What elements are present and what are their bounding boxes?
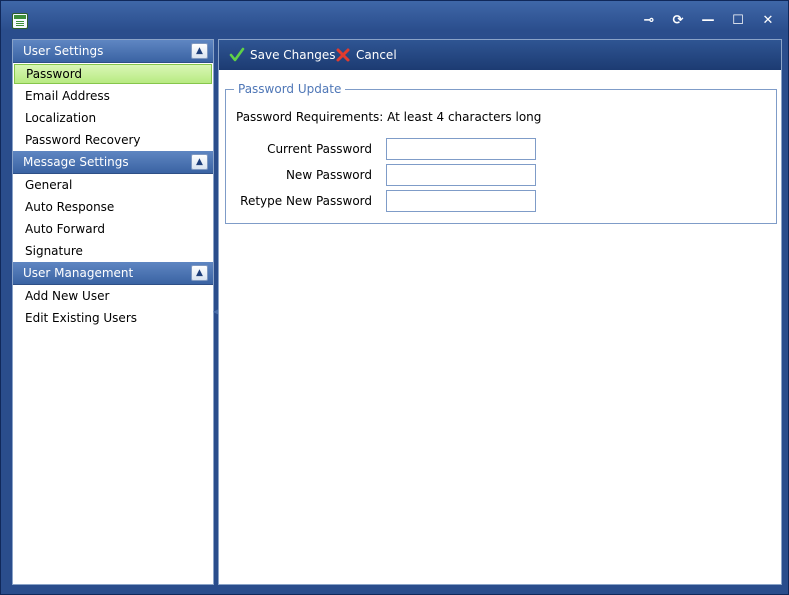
retype-password-label: Retype New Password [240, 194, 372, 208]
current-password-input[interactable] [386, 138, 536, 160]
pin-icon: ⊸ [643, 13, 655, 28]
maximize-icon: ☐ [732, 13, 744, 28]
sidebar-item-general[interactable]: General [13, 174, 213, 196]
sidebar-item-localization[interactable]: Localization [13, 107, 213, 129]
password-update-group: Password Update Password Requirements: A… [225, 82, 777, 224]
pin-button[interactable]: ⊸ [639, 12, 659, 30]
group-title: User Settings [23, 44, 104, 58]
save-changes-label: Save Changes [250, 48, 336, 62]
sidebar-item-auto-forward[interactable]: Auto Forward [13, 218, 213, 240]
cancel-x-icon [336, 48, 350, 62]
new-password-label: New Password [285, 168, 372, 182]
toolbar: Save Changes Cancel [219, 40, 781, 70]
group-legend: Password Update [234, 82, 346, 96]
maximize-button[interactable]: ☐ [728, 12, 748, 30]
group-header-message-settings[interactable]: Message Settings ▲ [13, 151, 213, 174]
title-bar[interactable]: ⊸ ⟳ — ☐ ✕ [1, 1, 788, 41]
sidebar-item-signature[interactable]: Signature [13, 240, 213, 262]
main-panel: Save Changes Cancel Password Update Pass… [218, 39, 782, 585]
collapse-up-icon[interactable]: ▲ [191, 43, 208, 59]
minimize-icon: — [701, 13, 715, 28]
collapse-up-icon[interactable]: ▲ [191, 265, 208, 281]
sidebar-item-auto-response[interactable]: Auto Response [13, 196, 213, 218]
settings-window: ⊸ ⟳ — ☐ ✕ User Settings ▲ Password Email… [0, 0, 789, 595]
close-button[interactable]: ✕ [758, 12, 778, 30]
app-icon [12, 13, 28, 29]
sidebar-item-password-recovery[interactable]: Password Recovery [13, 129, 213, 151]
group-title: User Management [23, 266, 134, 280]
sidebar-item-add-new-user[interactable]: Add New User [13, 285, 213, 307]
group-title: Message Settings [23, 155, 129, 169]
sidebar-item-email-address[interactable]: Email Address [13, 85, 213, 107]
refresh-icon: ⟳ [672, 13, 684, 28]
group-header-user-settings[interactable]: User Settings ▲ [13, 40, 213, 63]
collapse-up-icon[interactable]: ▲ [191, 154, 208, 170]
cancel-label: Cancel [356, 48, 397, 62]
checkmark-icon [229, 47, 245, 62]
password-requirements: Password Requirements: At least 4 charac… [236, 110, 542, 124]
sidebar: User Settings ▲ Password Email Address L… [12, 39, 214, 585]
sidebar-item-edit-existing-users[interactable]: Edit Existing Users [13, 307, 213, 329]
cancel-button[interactable]: Cancel [335, 46, 397, 64]
group-header-user-management[interactable]: User Management ▲ [13, 262, 213, 285]
new-password-input[interactable] [386, 164, 536, 186]
refresh-button[interactable]: ⟳ [668, 12, 688, 30]
current-password-label: Current Password [267, 142, 372, 156]
retype-password-input[interactable] [386, 190, 536, 212]
sidebar-item-password[interactable]: Password [14, 64, 212, 84]
save-changes-button[interactable]: Save Changes [229, 46, 335, 64]
minimize-button[interactable]: — [698, 12, 718, 30]
close-icon: ✕ [762, 13, 774, 28]
